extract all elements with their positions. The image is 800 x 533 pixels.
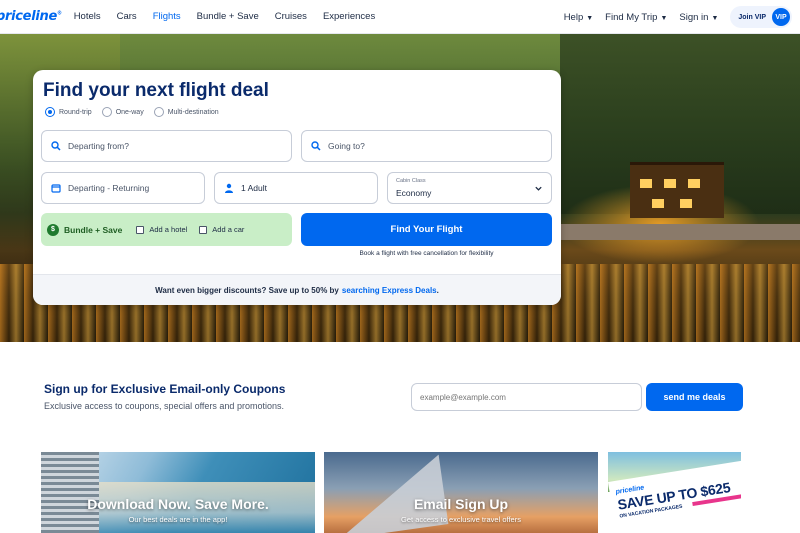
radio-dot bbox=[101, 107, 112, 117]
priceline-logo[interactable]: priceline® bbox=[0, 9, 62, 24]
nav-link-experiences[interactable]: Experiences bbox=[323, 11, 375, 22]
dollar-icon: $ bbox=[47, 223, 59, 236]
checkbox-box bbox=[136, 225, 145, 234]
cabin-class-label: Cabin Class bbox=[396, 178, 426, 184]
cabin-class-select[interactable]: Cabin Class Economy bbox=[387, 172, 552, 204]
top-nav: priceline® Hotels Cars Flights Bundle + … bbox=[0, 0, 800, 34]
signup-subtitle: Exclusive access to coupons, special off… bbox=[44, 401, 284, 411]
flight-search-card: Find your next flight deal Round-trip On… bbox=[33, 70, 561, 305]
nav-link-hotels[interactable]: Hotels bbox=[74, 11, 101, 22]
join-vip-label: Join VIP bbox=[738, 13, 766, 21]
search-icon bbox=[50, 141, 62, 151]
free-cancellation-note: Book a flight with free cancellation for… bbox=[359, 250, 494, 257]
bundle-save-title: Bundle + Save bbox=[64, 224, 123, 235]
help-menu[interactable]: Help ▼ bbox=[564, 12, 593, 23]
add-hotel-checkbox[interactable]: Add a hotel bbox=[136, 225, 187, 234]
travelers-value: 1 Adult bbox=[241, 183, 267, 193]
express-deals-link[interactable]: searching Express Deals bbox=[342, 286, 437, 295]
send-me-deals-button[interactable]: send me deals bbox=[646, 383, 743, 411]
cabin-class-value: Economy bbox=[396, 188, 432, 198]
email-field[interactable] bbox=[411, 383, 642, 411]
promo-subtitle: Our best deals are in the app! bbox=[128, 515, 228, 524]
radio-round-trip[interactable]: Round-trip bbox=[45, 107, 92, 117]
add-car-checkbox[interactable]: Add a car bbox=[199, 225, 244, 234]
nav-link-flights[interactable]: Flights bbox=[153, 11, 181, 22]
promo-title: Email Sign Up bbox=[413, 496, 509, 512]
departing-from-input[interactable]: Departing from? bbox=[41, 130, 292, 162]
join-vip-button[interactable]: Join VIP VIP bbox=[730, 6, 792, 28]
cabin-window bbox=[652, 199, 664, 208]
vip-badge-icon: VIP bbox=[772, 8, 790, 26]
trip-type-radios: Round-trip One-way Multi-destination bbox=[45, 107, 219, 117]
cabin-window bbox=[664, 179, 676, 188]
radio-one-way[interactable]: One-way bbox=[101, 107, 144, 117]
nav-link-bundle[interactable]: Bundle + Save bbox=[197, 11, 259, 22]
cabin-window bbox=[688, 179, 700, 188]
promo-tile-vacation[interactable]: priceline SAVE UP TO $625 ON VACATION PA… bbox=[608, 452, 741, 533]
chevron-down-icon bbox=[534, 184, 543, 195]
promo-tile-app[interactable]: Download Now. Save More. Our best deals … bbox=[41, 452, 315, 533]
signup-title: Sign up for Exclusive Email-only Coupons bbox=[44, 382, 286, 396]
departing-from-placeholder: Departing from? bbox=[68, 141, 129, 151]
search-icon bbox=[310, 141, 322, 151]
going-to-input[interactable]: Going to? bbox=[301, 130, 552, 162]
promo-tile-email[interactable]: Email Sign Up Get access to exclusive tr… bbox=[324, 452, 598, 533]
find-my-trip-menu[interactable]: Find My Trip ▼ bbox=[605, 12, 667, 23]
chevron-down-icon: ▼ bbox=[586, 14, 594, 22]
nav-right: Help ▼ Find My Trip ▼ Sign in ▼ Join VIP VI… bbox=[564, 0, 792, 34]
going-to-placeholder: Going to? bbox=[328, 141, 365, 151]
nav-link-cars[interactable]: Cars bbox=[117, 11, 137, 22]
promo-subtitle: Get access to exclusive travel offers bbox=[401, 515, 521, 524]
radio-dot bbox=[45, 107, 55, 117]
travelers-select[interactable]: 1 Adult bbox=[214, 172, 378, 204]
person-icon bbox=[223, 183, 235, 193]
dates-placeholder: Departing - Returning bbox=[68, 183, 150, 193]
radio-dot bbox=[153, 107, 164, 117]
find-your-flight-button[interactable]: Find Your Flight bbox=[301, 213, 552, 246]
sign-in-menu[interactable]: Sign in ▼ bbox=[679, 12, 718, 23]
chevron-down-icon: ▼ bbox=[711, 14, 719, 22]
cabin-window bbox=[640, 179, 652, 188]
promo-title: Download Now. Save More. bbox=[87, 496, 269, 512]
checkbox-box bbox=[199, 225, 208, 234]
calendar-icon bbox=[50, 183, 62, 193]
cabin-window bbox=[680, 199, 692, 208]
search-title: Find your next flight deal bbox=[43, 80, 269, 101]
hero-cabin bbox=[630, 162, 724, 218]
hero-shore bbox=[560, 224, 800, 240]
chevron-down-icon: ▼ bbox=[660, 14, 668, 22]
nav-link-cruises[interactable]: Cruises bbox=[275, 11, 307, 22]
nav-links: Hotels Cars Flights Bundle + Save Cruise… bbox=[74, 11, 376, 22]
radio-multi-destination[interactable]: Multi-destination bbox=[153, 107, 219, 117]
bundle-save-bar: $ Bundle + Save Add a hotel Add a car bbox=[41, 213, 292, 246]
express-deals-banner: Want even bigger discounts? Save up to 5… bbox=[33, 274, 561, 305]
dates-input[interactable]: Departing - Returning bbox=[41, 172, 205, 204]
